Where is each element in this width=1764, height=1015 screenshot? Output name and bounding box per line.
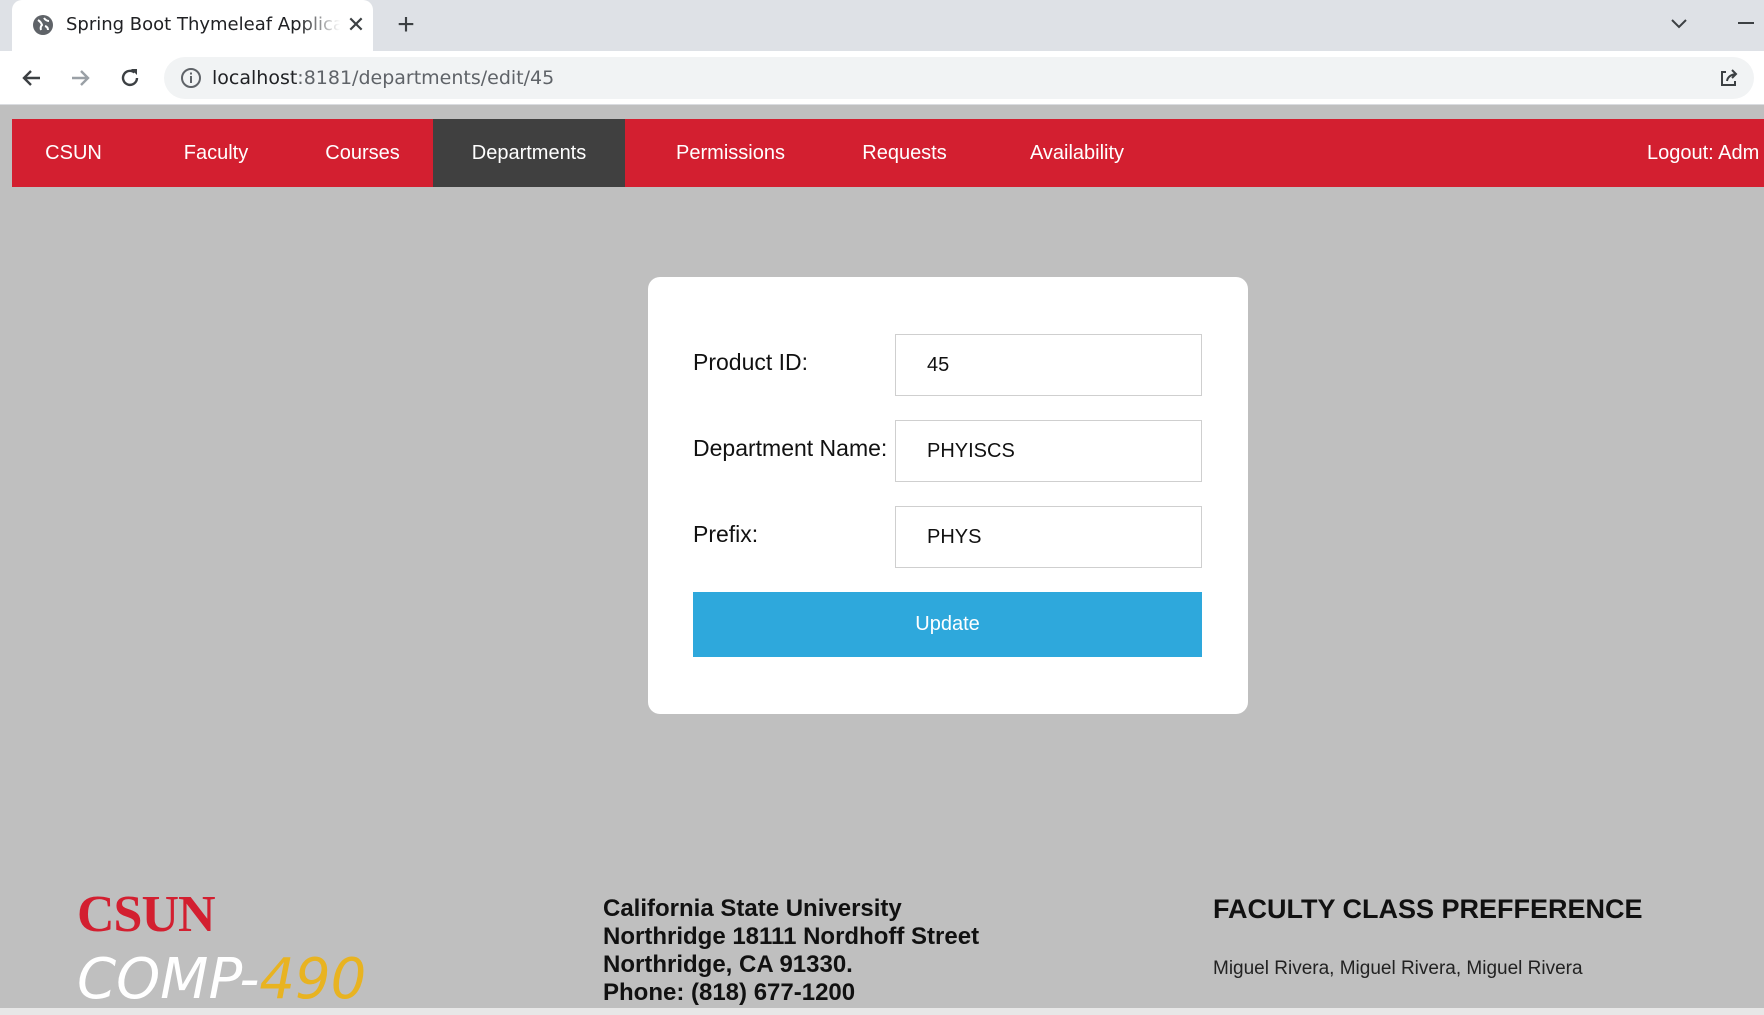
edit-department-card: Product ID: Department Name: Prefix: Upd…	[648, 277, 1248, 714]
nav-permissions[interactable]: Permissions	[642, 119, 819, 187]
university-address: California State University Northridge 1…	[603, 895, 979, 1007]
reload-icon[interactable]	[116, 64, 144, 92]
url-host: localhost	[212, 67, 298, 89]
department-name-label: Department Name:	[693, 435, 888, 461]
prefix-field[interactable]	[895, 506, 1202, 568]
course-title: COMP-490	[77, 950, 366, 1010]
info-icon[interactable]	[180, 67, 202, 89]
address-bar[interactable]: localhost:8181/departments/edit/45	[164, 57, 1754, 99]
minimize-icon[interactable]	[1738, 22, 1754, 24]
browser-toolbar: localhost:8181/departments/edit/45	[0, 51, 1764, 105]
nav-courses[interactable]: Courses	[297, 119, 428, 187]
browser-tab-strip: Spring Boot Thymeleaf Application ✕ +	[0, 0, 1764, 51]
address-line: Northridge, CA 91330.	[603, 951, 853, 978]
nav-departments[interactable]: Departments	[433, 119, 625, 187]
address-line: Northridge 18111 Nordhoff Street	[603, 923, 980, 950]
globe-icon	[33, 15, 53, 35]
update-button[interactable]: Update	[693, 592, 1202, 657]
tab-title: Spring Boot Thymeleaf Application	[66, 14, 340, 35]
department-name-field[interactable]	[895, 420, 1202, 482]
back-arrow-icon[interactable]	[18, 64, 46, 92]
url-text: localhost:8181/departments/edit/45	[212, 67, 554, 89]
url-path: :8181/departments/edit/45	[297, 67, 555, 89]
nav-faculty[interactable]: Faculty	[153, 119, 279, 187]
forward-arrow-icon[interactable]	[66, 64, 94, 92]
bottom-scrollbar[interactable]	[0, 1008, 1764, 1015]
product-id-label: Product ID:	[693, 349, 809, 375]
course-prefix: COMP-	[77, 947, 260, 1012]
chevron-down-icon[interactable]	[1667, 12, 1691, 36]
prefix-label: Prefix:	[693, 521, 759, 547]
logout-link[interactable]: Logout: Adm	[1647, 119, 1764, 187]
nav-csun[interactable]: CSUN	[12, 119, 135, 187]
nav-availability[interactable]: Availability	[993, 119, 1161, 187]
product-id-field[interactable]	[895, 334, 1202, 396]
share-icon[interactable]	[1717, 66, 1741, 90]
authors-list: Miguel Rivera, Miguel Rivera, Miguel Riv…	[1213, 958, 1583, 979]
csun-logo: CSUN	[77, 886, 216, 943]
project-title: FACULTY CLASS PREFFERENCE	[1213, 894, 1643, 924]
address-line: California State University	[603, 895, 902, 922]
plus-icon[interactable]: +	[392, 10, 420, 40]
browser-tab[interactable]: Spring Boot Thymeleaf Application ✕	[12, 0, 373, 51]
address-phone: Phone: (818) 677-1200	[603, 979, 856, 1006]
course-number: 490	[259, 947, 367, 1012]
close-icon[interactable]: ✕	[345, 14, 367, 36]
nav-requests[interactable]: Requests	[829, 119, 980, 187]
main-nav: CSUN Faculty Courses Departments Permiss…	[12, 119, 1764, 187]
